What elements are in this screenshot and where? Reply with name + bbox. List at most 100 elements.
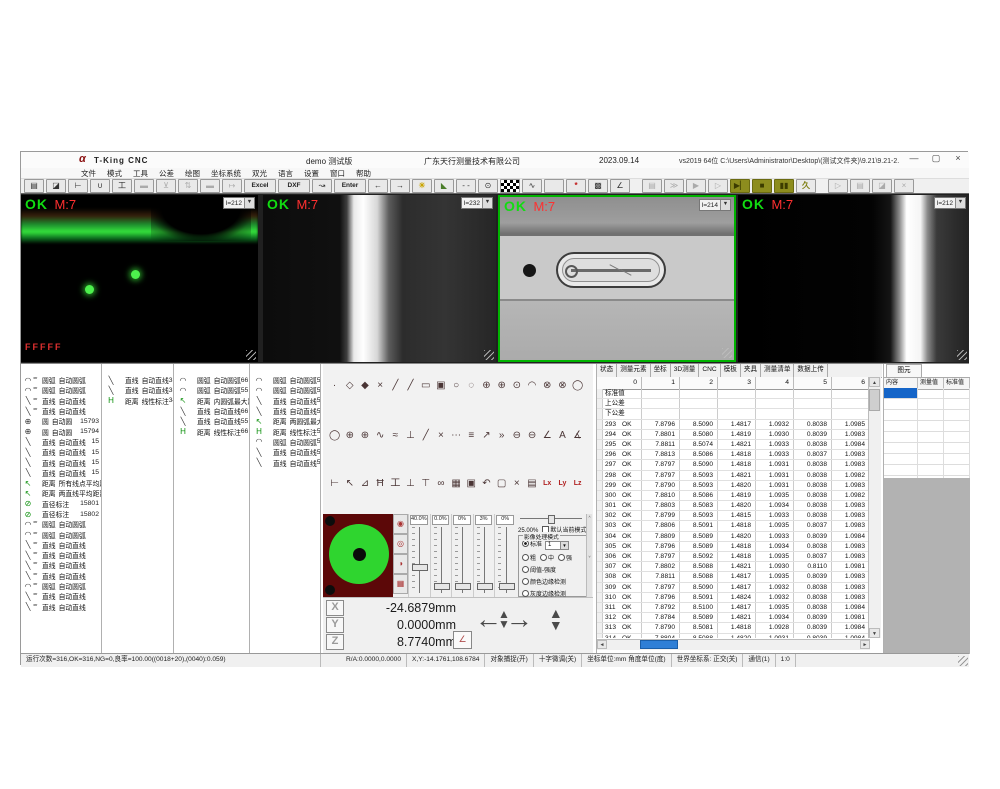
stage-right-button[interactable]: ↦ [222, 179, 242, 193]
tab-模板[interactable]: 模板 [721, 364, 741, 377]
tab-element[interactable]: 图元 [886, 364, 922, 377]
light-slider-5[interactable]: 0% [494, 514, 516, 597]
list-item[interactable]: ╲直线自动直线55 [252, 396, 320, 406]
line-tool-icon[interactable]: ╱ [388, 378, 403, 393]
mode-option[interactable]: 阈值-强度 [522, 565, 587, 574]
table-row[interactable]: 297OK7.87978.50901.48181.09310.80381.098… [597, 460, 870, 470]
table-row[interactable]: 312OK7.87848.50891.48211.09340.80391.098… [597, 613, 870, 623]
slider-thumb[interactable] [412, 564, 428, 571]
rect-tool-icon[interactable]: ▭ [418, 378, 433, 393]
status-segment[interactable]: 1:0 [776, 654, 796, 667]
chevron-down-icon[interactable]: ▼ [482, 198, 492, 208]
stage-tool-icon[interactable]: ⊤ [418, 476, 433, 491]
table-row[interactable]: 302OK7.87998.50931.48151.09330.80381.098… [597, 511, 870, 521]
list-item[interactable]: ╲***直线自动直线 [21, 591, 101, 601]
backlight-button[interactable]: ◑ [393, 554, 408, 574]
list-item[interactable]: ⊘直径标注15802 [21, 509, 101, 519]
open-report-button[interactable]: ◪ [872, 179, 892, 193]
angle-dim-tool-icon[interactable]: ⊿ [357, 476, 372, 491]
coax-light-button[interactable]: ◎ [393, 534, 408, 554]
status-segment[interactable]: R/A:0.0000,0.0000 [341, 654, 407, 667]
list-item[interactable]: ╲直线自动直线15 [21, 447, 101, 457]
caliper-tool-icon[interactable]: » [494, 428, 509, 443]
angle-arc-tool-icon[interactable]: ∡ [570, 428, 585, 443]
table-row-fixed[interactable]: 标准值 [597, 389, 870, 399]
circle-cross-tool-2-icon[interactable]: ⊕ [494, 378, 509, 393]
stop-button[interactable]: ■ [752, 179, 772, 193]
column-header-6[interactable]: 6 [832, 377, 870, 389]
ellipse-tool-2-icon[interactable]: ◯ [327, 428, 342, 443]
radio-icon[interactable] [522, 578, 529, 585]
tab-CNC[interactable]: CNC [699, 364, 720, 377]
cross-lines-tool-icon[interactable]: × [373, 378, 388, 393]
line-tool-2-icon[interactable]: ╱ [403, 378, 418, 393]
tab-测量清单[interactable]: 测量清单 [761, 364, 794, 377]
save-run-button[interactable]: ▤ [642, 179, 662, 193]
list-item[interactable]: ╲直线自动直线66 [176, 406, 249, 416]
grid-light-button[interactable]: ▦ [393, 574, 408, 594]
menu-帮助[interactable]: 帮助 [356, 168, 371, 179]
close-button[interactable]: × [951, 153, 965, 164]
table-row-fixed[interactable]: 上公差 [597, 399, 870, 409]
pane-resize-handle[interactable] [957, 350, 967, 360]
list-item[interactable]: ⊘直径标注15801 [21, 499, 101, 509]
chevron-down-icon[interactable]: ▼ [244, 198, 254, 208]
magnifier-button[interactable]: ⊙ [478, 179, 498, 193]
radio-icon[interactable] [522, 566, 529, 573]
focus-tool-icon[interactable]: ◇ [342, 378, 357, 393]
detail-row[interactable] [884, 399, 970, 410]
status-segment[interactable]: 坐标单位:mm 角度单位(度) [582, 654, 671, 667]
list-item[interactable]: ╲***直线自动直线 [21, 560, 101, 570]
width-dim-tool-icon[interactable]: 工 [388, 476, 403, 491]
delete-tool-icon[interactable]: × [509, 476, 524, 491]
height-dim-tool-icon[interactable]: Ħ [373, 476, 388, 491]
light-slider-4[interactable]: 3% [473, 514, 495, 597]
pane-resize-handle[interactable] [722, 348, 732, 358]
menu-工具[interactable]: 工具 [133, 168, 148, 179]
curve-button[interactable]: ∿ [522, 179, 542, 193]
minimize-button[interactable]: — [907, 153, 921, 164]
list-item[interactable]: ╲直线自动直线55 [252, 406, 320, 416]
list-item[interactable]: ╲直线自动直线15 [21, 437, 101, 447]
tab-夹具[interactable]: 夹具 [741, 364, 761, 377]
mode-dropdown[interactable]: 1▼ [545, 541, 569, 550]
circle-minus-tool-icon[interactable]: ⊖ [509, 428, 524, 443]
text-tool-icon[interactable]: A [555, 428, 570, 443]
circle-target-tool-icon[interactable]: ⊕ [342, 428, 357, 443]
tab-坐标[interactable]: 坐标 [651, 364, 671, 377]
column-header-0[interactable]: 0 [597, 377, 642, 389]
laser-star-button[interactable]: * [566, 179, 586, 193]
dash-button[interactable]: - - [456, 179, 476, 193]
menu-坐标系统[interactable]: 坐标系统 [211, 168, 241, 179]
detail-row[interactable] [884, 454, 970, 465]
list-item[interactable]: ◠圆弧自动圆弧66 [176, 375, 249, 385]
chart-button[interactable]: ∠ [610, 179, 630, 193]
column-header-1[interactable]: 1 [642, 377, 680, 389]
radio-icon[interactable] [522, 590, 529, 597]
arc-tool-icon[interactable]: ◠ [524, 378, 539, 393]
run-program-button[interactable]: 久 [796, 179, 816, 193]
list-item[interactable]: ╲***直线自动直线 [21, 540, 101, 550]
lock-z-tool-icon[interactable]: Lz [570, 476, 585, 491]
table-row[interactable]: 305OK7.87968.50891.48181.09340.80381.098… [597, 542, 870, 552]
detail-row[interactable] [884, 465, 970, 476]
jog-chart-button[interactable]: ∠ [453, 631, 472, 649]
list-item[interactable]: ╲直线自动直线15 [21, 457, 101, 467]
point-tool-icon[interactable]: · [327, 378, 342, 393]
status-segment[interactable]: X,Y:-14.1761,108.6784 [407, 654, 485, 667]
table-row[interactable]: 308OK7.88118.50881.48171.09350.80391.098… [597, 572, 870, 582]
list-item[interactable]: ◠圆弧自动圆弧55 [252, 437, 320, 447]
table-row[interactable]: 298OK7.87978.50931.48211.09310.80381.098… [597, 471, 870, 481]
table-row[interactable]: 303OK7.88068.50911.48181.09350.80371.098… [597, 521, 870, 531]
undo-tool-icon[interactable]: ↶ [479, 476, 494, 491]
distance-tool-icon[interactable]: ↖ [342, 476, 357, 491]
chevron-down-icon[interactable]: ▼ [560, 542, 568, 549]
infinity-tool-icon[interactable]: ∞ [433, 476, 448, 491]
circle-cross-tool-icon[interactable]: ⊕ [479, 378, 494, 393]
menu-设置[interactable]: 设置 [304, 168, 319, 179]
list-item[interactable]: ╲***直线自动直线 [21, 396, 101, 406]
excel-export-button[interactable]: Excel [244, 179, 276, 193]
column-header-4[interactable]: 4 [756, 377, 794, 389]
arrow-right-button[interactable]: → [390, 179, 410, 193]
scroll-right-button[interactable]: ► [860, 640, 870, 649]
